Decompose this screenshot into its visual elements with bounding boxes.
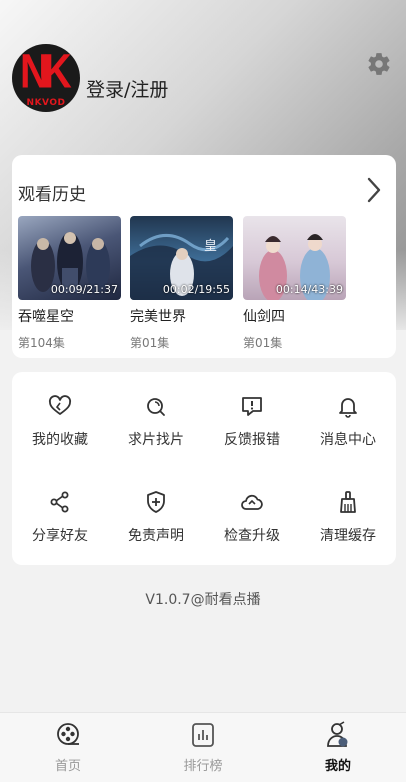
menu-item-label: 我的收藏 [32, 432, 88, 448]
menu-item-label: 求片找片 [128, 432, 184, 448]
video-episode: 第104集 [18, 336, 65, 350]
video-title: 仙剑四 [243, 309, 285, 325]
menu-item-label: 消息中心 [320, 432, 376, 448]
video-episode: 第01集 [130, 336, 170, 350]
menu-item-label: 检查升级 [224, 528, 280, 544]
shield-icon [147, 491, 165, 513]
tab-label: 排行榜 [183, 759, 223, 774]
chart-icon [192, 723, 214, 747]
cloud-icon [241, 494, 263, 510]
history-item[interactable]: 00:14/43:39 仙剑四 第01集 [243, 216, 346, 350]
menu-item-label: 清理缓存 [320, 528, 376, 544]
heart-icon [48, 395, 72, 415]
history-card: 观看历史 00:09/21:37 吞噬星空 第104集 皇 00:02/19:5… [12, 155, 396, 358]
menu-item-label: 分享好友 [32, 528, 88, 544]
bottom-tab-bar: 首页 排行榜 我的 [0, 712, 406, 782]
video-thumbnail[interactable]: 00:14/43:39 [243, 216, 346, 300]
video-duration: 00:09/21:37 [50, 283, 118, 296]
broom-icon [340, 491, 356, 513]
video-title: 完美世界 [130, 309, 186, 325]
svg-text:皇: 皇 [204, 239, 217, 254]
tab-label: 我的 [324, 759, 351, 774]
menu-item-disclaimer[interactable]: 免责声明 [108, 490, 204, 570]
menu-item-favorites[interactable]: 我的收藏 [12, 394, 108, 474]
tab-label: 首页 [54, 759, 81, 774]
tab-mine[interactable]: 我的 [270, 713, 406, 782]
feedback-icon [242, 397, 262, 416]
menu-item-label: 免责声明 [128, 528, 184, 544]
tab-ranking[interactable]: 排行榜 [135, 713, 271, 782]
login-register-link[interactable]: 登录/注册 [86, 75, 168, 102]
video-duration: 00:02/19:55 [162, 283, 230, 296]
chevron-right-icon[interactable] [366, 176, 382, 204]
user-icon [327, 721, 348, 747]
history-title: 观看历史 [18, 185, 86, 205]
tab-home[interactable]: 首页 [0, 713, 136, 782]
gear-icon[interactable] [366, 51, 392, 77]
bell-icon [339, 398, 357, 418]
menu-item-feedback[interactable]: 反馈报错 [204, 394, 300, 474]
video-title: 吞噬星空 [18, 309, 74, 325]
video-thumbnail[interactable]: 00:09/21:37 [18, 216, 121, 300]
video-episode: 第01集 [243, 336, 283, 350]
search-film-icon [147, 398, 165, 416]
history-item[interactable]: 皇 00:02/19:55 完美世界 第01集 [130, 216, 233, 350]
version-text: V1.0.7@耐看点播 [145, 592, 261, 608]
history-item[interactable]: 00:09/21:37 吞噬星空 第104集 [18, 216, 121, 350]
menu-item-label: 反馈报错 [224, 432, 280, 448]
menu-item-share[interactable]: 分享好友 [12, 490, 108, 570]
avatar[interactable]: NK NKVOD [12, 44, 80, 112]
share-icon [50, 491, 69, 513]
menu-item-messages[interactable]: 消息中心 [300, 394, 396, 474]
avatar-logo-letters: NK [20, 45, 72, 99]
avatar-logo-sub: NKVOD [26, 98, 66, 108]
menu-item-clear-cache[interactable]: 清理缓存 [300, 490, 396, 570]
menu-item-request-film[interactable]: 求片找片 [108, 394, 204, 474]
menu-card: 我的收藏 求片找片 反馈报错 消息中心 分享好友 免责声明 检查升级 清理缓存 [12, 372, 396, 565]
video-thumbnail[interactable]: 皇 00:02/19:55 [130, 216, 233, 300]
menu-item-check-update[interactable]: 检查升级 [204, 490, 300, 570]
film-reel-icon [57, 723, 79, 745]
video-duration: 00:14/43:39 [275, 283, 343, 296]
